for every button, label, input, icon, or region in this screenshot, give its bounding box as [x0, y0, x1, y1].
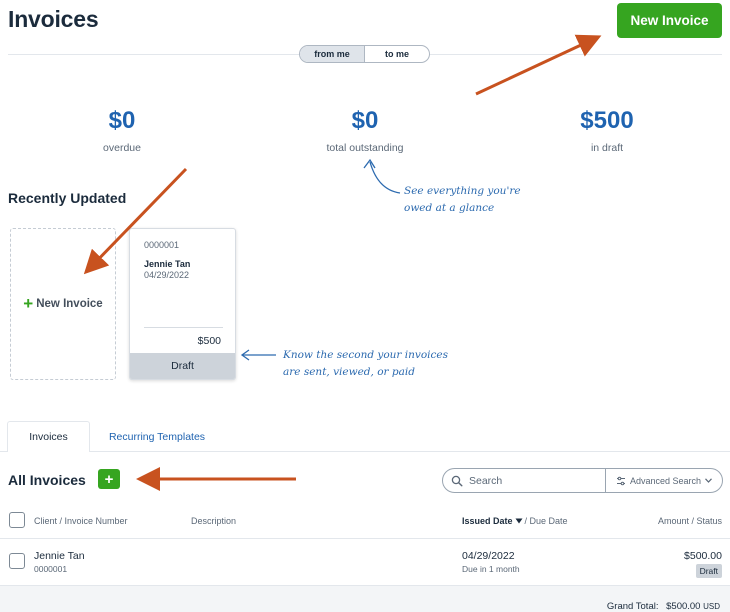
stat-label: total outstanding — [326, 142, 404, 154]
stat-label: in draft — [590, 142, 624, 154]
new-invoice-card-label: New Invoice — [36, 298, 103, 310]
caret-down-icon — [515, 518, 523, 524]
search-bar: Search Advanced Search — [442, 468, 723, 493]
row-amount: $500.00 — [684, 550, 722, 562]
add-invoice-button[interactable]: + — [98, 469, 120, 489]
direction-toggle[interactable]: from me to me — [299, 45, 430, 63]
annotation-status: Know the second your invoices are sent, … — [283, 347, 448, 381]
page-title: Invoices — [8, 6, 99, 32]
stat-in-draft[interactable]: $500 in draft — [527, 107, 687, 154]
tab-recurring-templates[interactable]: Recurring Templates — [94, 421, 220, 452]
chevron-down-icon — [705, 478, 712, 483]
recently-updated-title: Recently Updated — [8, 190, 127, 206]
toggle-from-me[interactable]: from me — [300, 46, 365, 62]
row-client: Jennie Tan — [34, 550, 85, 562]
stat-amount: $0 — [108, 107, 136, 134]
advanced-search-button[interactable]: Advanced Search — [606, 469, 722, 492]
advanced-search-label: Advanced Search — [629, 475, 702, 486]
annotation-line: Know the second your invoices — [283, 349, 449, 361]
stat-amount: $500 — [580, 107, 634, 134]
search-icon — [451, 475, 463, 487]
invoice-card-date: 04/29/2022 — [144, 270, 190, 280]
invoice-card-number: 0000001 — [144, 240, 180, 250]
annotation-line: See everything you're — [404, 185, 521, 197]
tab-invoices[interactable]: Invoices — [7, 421, 90, 452]
annotation-line: are sent, viewed, or paid — [283, 366, 415, 378]
stat-overdue[interactable]: $0 overdue — [42, 107, 202, 154]
toggle-to-me[interactable]: to me — [365, 46, 429, 62]
select-all-checkbox[interactable] — [9, 512, 25, 528]
annotation-glance: See everything you're owed at a glance — [404, 183, 521, 217]
grand-total: Grand Total: $500.00 USD — [607, 601, 720, 612]
row-invoice-number: 0000001 — [34, 564, 68, 574]
grand-total-label: Grand Total: — [606, 601, 659, 612]
divider — [144, 327, 223, 328]
invoice-card-amount: $500 — [197, 335, 221, 347]
column-description[interactable]: Description — [191, 516, 236, 526]
invoice-card-client: Jennie Tan — [144, 259, 191, 269]
new-invoice-button[interactable]: New Invoice — [617, 3, 722, 38]
stat-amount: $0 — [351, 107, 379, 134]
sliders-icon — [616, 476, 625, 485]
row-issued-date: 04/29/2022 — [462, 550, 515, 562]
column-client[interactable]: Client / Invoice Number — [34, 516, 128, 526]
annotation-line: owed at a glance — [404, 202, 495, 214]
grand-total-currency: USD — [703, 602, 720, 611]
all-invoices-title: All Invoices — [8, 472, 86, 488]
stat-total-outstanding[interactable]: $0 total outstanding — [285, 107, 445, 154]
plus-icon: + — [23, 294, 34, 313]
column-amount-status[interactable]: Amount / Status — [658, 516, 722, 526]
column-issued-date[interactable]: Issued Date — [462, 516, 513, 526]
invoice-card-status: Draft — [130, 353, 235, 379]
arrow-to-outstanding — [369, 161, 401, 194]
column-due-date[interactable]: / Due Date — [525, 516, 568, 526]
status-badge: Draft — [695, 564, 722, 578]
stat-label: overdue — [103, 142, 141, 154]
new-invoice-card[interactable]: + New Invoice — [10, 228, 116, 380]
arrow-to-new-invoice — [475, 34, 602, 96]
row-due-date: Due in 1 month — [462, 564, 520, 574]
search-input[interactable]: Search — [443, 469, 606, 492]
table-row[interactable]: Jennie Tan 0000001 04/29/2022 Due in 1 m… — [0, 539, 730, 585]
invoice-card[interactable]: 0000001 Jennie Tan 04/29/2022 $500 Draft — [129, 228, 236, 380]
search-placeholder: Search — [469, 474, 503, 487]
column-dates[interactable]: Issued Date / Due Date — [462, 516, 568, 526]
grand-total-value: $500.00 — [666, 601, 701, 612]
row-checkbox[interactable] — [9, 553, 25, 569]
